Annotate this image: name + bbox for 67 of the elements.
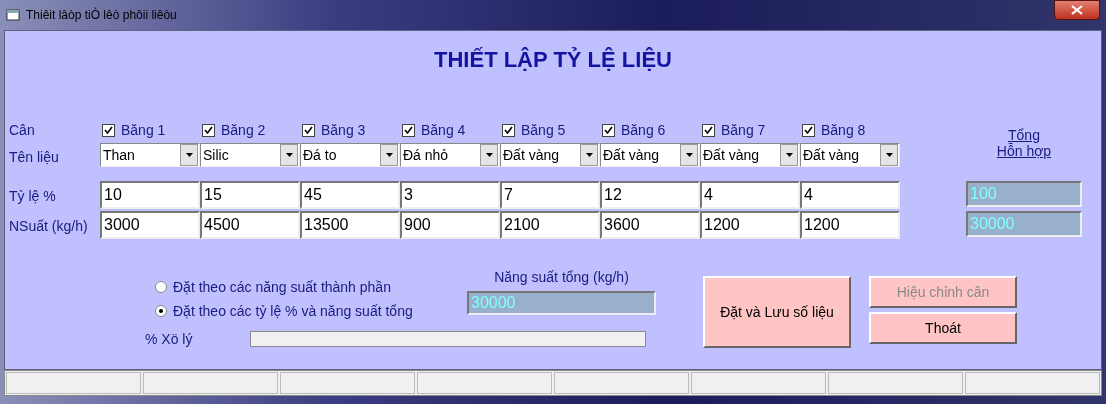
close-button[interactable] bbox=[1054, 0, 1100, 20]
dropdown-arrow-icon bbox=[685, 153, 693, 157]
total-heading: Tổng bbox=[1008, 127, 1041, 143]
belt-checkbox[interactable]: Băng 6 bbox=[600, 117, 700, 143]
mix-heading: Hỗn hợp bbox=[995, 143, 1053, 161]
belt-checkbox[interactable]: Băng 3 bbox=[300, 117, 400, 143]
ratio-field[interactable]: 3 bbox=[400, 181, 500, 209]
window-title: Thiêit lâòp tiÒ lêò phôii liêòu bbox=[26, 8, 177, 22]
dropdown-arrow-icon bbox=[485, 153, 493, 157]
ratio-field[interactable]: 45 bbox=[300, 181, 400, 209]
total-output-label: Năng suất tổng (kg/h) bbox=[494, 269, 629, 285]
dropdown-arrow-icon bbox=[185, 153, 193, 157]
output-field[interactable]: 1200 bbox=[700, 211, 800, 239]
row-label: Tỷ lệ % bbox=[9, 188, 57, 204]
ratio-field[interactable]: 4 bbox=[800, 181, 900, 209]
material-dropdown[interactable]: Đá nhỏ bbox=[400, 143, 500, 167]
dropdown-arrow-icon bbox=[785, 153, 793, 157]
ratio-field[interactable]: 10 bbox=[100, 181, 200, 209]
belt-checkbox[interactable]: Băng 1 bbox=[100, 117, 200, 143]
output-field[interactable]: 3600 bbox=[600, 211, 700, 239]
checkmark-icon bbox=[104, 125, 113, 135]
ratio-field[interactable]: 12 bbox=[600, 181, 700, 209]
output-field[interactable]: 2100 bbox=[500, 211, 600, 239]
output-field[interactable]: 900 bbox=[400, 211, 500, 239]
output-field[interactable]: 1200 bbox=[800, 211, 900, 239]
row-label: Tên liệu bbox=[9, 149, 60, 165]
dropdown-arrow-icon bbox=[285, 153, 293, 157]
total-ratio-field: 100 bbox=[966, 181, 1082, 207]
ratio-field[interactable]: 7 bbox=[500, 181, 600, 209]
belt-checkbox[interactable]: Băng 4 bbox=[400, 117, 500, 143]
save-button[interactable]: Đặt và Lưu số liệu bbox=[703, 276, 851, 348]
checkmark-icon bbox=[204, 125, 213, 135]
progress-label: % Xö lý bbox=[145, 331, 193, 347]
close-icon bbox=[1071, 5, 1083, 15]
checkmark-icon bbox=[304, 125, 313, 135]
ratio-field[interactable]: 15 bbox=[200, 181, 300, 209]
row-label: Cân bbox=[9, 122, 36, 138]
belt-checkbox[interactable]: Băng 8 bbox=[800, 117, 900, 143]
material-dropdown[interactable]: Than bbox=[100, 143, 200, 167]
material-dropdown[interactable]: Đất vàng bbox=[600, 143, 700, 167]
output-field[interactable]: 4500 bbox=[200, 211, 300, 239]
mode-radio[interactable]: Đặt theo các năng suất thành phần bbox=[155, 279, 467, 295]
mode-radio[interactable]: Đặt theo các tỷ lệ % và năng suất tổng bbox=[155, 303, 467, 319]
checkmark-icon bbox=[704, 125, 713, 135]
total-output-field: 30000 bbox=[966, 211, 1082, 237]
belt-checkbox[interactable]: Băng 5 bbox=[500, 117, 600, 143]
checkmark-icon bbox=[404, 125, 413, 135]
window-icon bbox=[6, 9, 20, 21]
belt-checkbox[interactable]: Băng 2 bbox=[200, 117, 300, 143]
checkmark-icon bbox=[804, 125, 813, 135]
ratio-field[interactable]: 4 bbox=[700, 181, 800, 209]
belt-checkbox[interactable]: Băng 7 bbox=[700, 117, 800, 143]
material-dropdown[interactable]: Đất vàng bbox=[800, 143, 900, 167]
dropdown-arrow-icon bbox=[885, 153, 893, 157]
material-dropdown[interactable]: Đất vàng bbox=[500, 143, 600, 167]
output-field[interactable]: 13500 bbox=[300, 211, 400, 239]
material-dropdown[interactable]: Đá to bbox=[300, 143, 400, 167]
material-dropdown[interactable]: Silic bbox=[200, 143, 300, 167]
form-heading: THIẾT LẬP TỶ LỆ LIỆU bbox=[433, 47, 673, 74]
dropdown-arrow-icon bbox=[585, 153, 593, 157]
material-dropdown[interactable]: Đất vàng bbox=[700, 143, 800, 167]
exit-button[interactable]: Thoát bbox=[869, 312, 1017, 344]
dropdown-arrow-icon bbox=[385, 153, 393, 157]
checkmark-icon bbox=[504, 125, 513, 135]
checkmark-icon bbox=[604, 125, 613, 135]
row-label: NSuất (kg/h) bbox=[9, 218, 89, 234]
output-field[interactable]: 3000 bbox=[100, 211, 200, 239]
